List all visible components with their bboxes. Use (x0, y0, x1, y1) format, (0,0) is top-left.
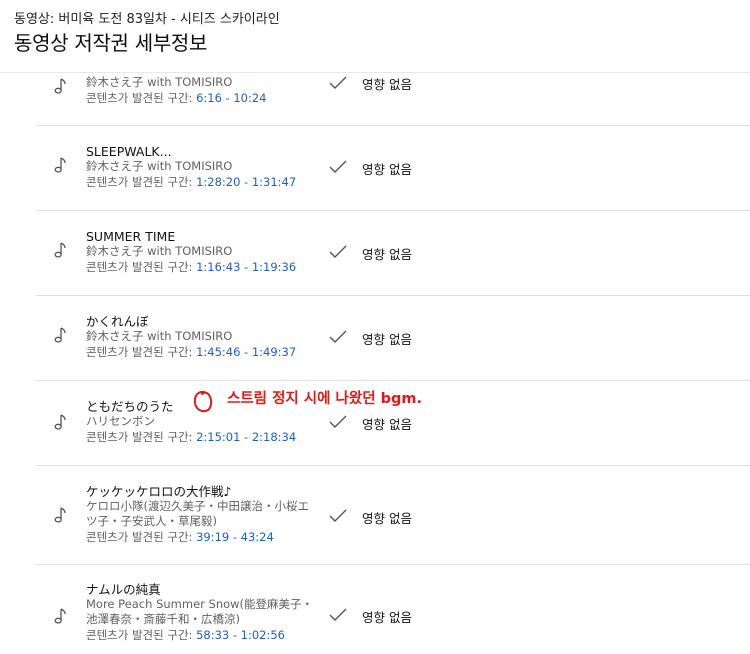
checkmark-icon (329, 509, 347, 522)
page-title: 동영상 저작권 세부정보 (14, 31, 208, 55)
checkmark-icon (329, 76, 347, 89)
range-value[interactable]: 1:16:43 - 1:19:36 (196, 260, 296, 274)
claim-found-range: 콘텐츠가 발견된 구간: 1:16:43 - 1:19:36 (86, 259, 316, 275)
checkmark-icon (329, 160, 347, 173)
music-note-icon (54, 157, 66, 173)
claim-song-title: SLEEPWALK... (86, 144, 172, 159)
music-note-icon (54, 78, 66, 94)
impact-status: 영향 없음 (362, 610, 412, 625)
impact-status: 영향 없음 (362, 162, 412, 177)
found-label: 콘텐츠가 발견된 구간: (86, 260, 197, 274)
claim-row: SLEEPWALK... 鈴木さえ子 with TOMISIRO 콘텐츠가 발견… (0, 126, 750, 210)
claim-found-range: 콘텐츠가 발견된 구간: 1:45:46 - 1:49:37 (86, 344, 316, 360)
music-note-icon (54, 242, 66, 258)
checkmark-icon (329, 415, 347, 428)
found-label: 콘텐츠가 발견된 구간: (86, 530, 197, 544)
claim-found-range: 콘텐츠가 발견된 구간: 2:15:01 - 2:18:34 (86, 429, 316, 445)
claim-found-range: 콘텐츠가 발견된 구간: 39:19 - 43:24 (86, 529, 316, 545)
claim-artist: ケロロ小隊(渡辺久美子・中田譲治・小桜エツ子・子安武人・草尾毅) (86, 499, 309, 528)
claim-found-range: 콘텐츠가 발견된 구간: 1:28:20 - 1:31:47 (86, 174, 316, 190)
found-label: 콘텐츠가 발견된 구간: (86, 175, 197, 189)
range-value[interactable]: 1:45:46 - 1:49:37 (196, 345, 296, 359)
impact-status: 영향 없음 (362, 332, 412, 347)
found-label: 콘텐츠가 발견된 구간: (86, 628, 197, 642)
range-value[interactable]: 6:16 - 10:24 (196, 91, 266, 105)
found-label: 콘텐츠가 발견된 구간: (86, 91, 197, 105)
claim-found-range: 콘텐츠가 발견된 구간: 58:33 - 1:02:56 (86, 627, 316, 643)
claim-song-title: かくれんぼ (86, 314, 149, 329)
claim-song-title: ケッケッケロロの大作戦♪ (86, 484, 232, 499)
range-value[interactable]: 58:33 - 1:02:56 (196, 628, 285, 642)
copyright-claim-list[interactable]: 鈴木さえ子 with TOMISIRO 콘텐츠가 발견된 구간: 6:16 - … (0, 73, 750, 654)
impact-status: 영향 없음 (362, 247, 412, 262)
annotation-circle-mark (193, 390, 213, 413)
claim-artist: More Peach Summer Snow(能登麻美子・池澤春奈・斎藤千和・広… (86, 597, 314, 626)
claim-song-title: ナムルの純真 (86, 582, 161, 597)
claim-artist: 鈴木さえ子 with TOMISIRO (86, 75, 233, 89)
annotation-note: 스트림 정지 시에 나왔던 bgm. (227, 391, 422, 407)
checkmark-icon (329, 608, 347, 621)
checkmark-icon (329, 245, 347, 258)
music-note-icon (54, 608, 66, 624)
claim-artist: 鈴木さえ子 with TOMISIRO (86, 244, 233, 258)
claim-row: 鈴木さえ子 with TOMISIRO 콘텐츠가 발견된 구간: 6:16 - … (0, 73, 750, 125)
range-value[interactable]: 1:28:20 - 1:31:47 (196, 175, 296, 189)
music-note-icon (54, 327, 66, 343)
found-label: 콘텐츠가 발견된 구간: (86, 345, 197, 359)
range-value[interactable]: 39:19 - 43:24 (196, 530, 274, 544)
impact-status: 영향 없음 (362, 77, 412, 92)
music-note-icon (54, 507, 66, 523)
page-header: 동영상: 버미육 도전 83일차 - 시티즈 스카이라인 동영상 저작권 세부정… (0, 0, 750, 72)
checkmark-icon (329, 330, 347, 343)
music-note-icon (54, 414, 66, 430)
claim-row: ケッケッケロロの大作戦♪ ケロロ小隊(渡辺久美子・中田譲治・小桜エツ子・子安武人… (0, 466, 750, 564)
claim-found-range: 콘텐츠가 발견된 구간: 6:16 - 10:24 (86, 90, 316, 106)
claim-song-title: SUMMER TIME (86, 229, 176, 244)
claim-row: SUMMER TIME 鈴木さえ子 with TOMISIRO 콘텐츠가 발견된… (0, 211, 750, 295)
video-subtitle: 동영상: 버미육 도전 83일차 - 시티즈 스카이라인 (14, 12, 280, 27)
claim-artist: 鈴木さえ子 with TOMISIRO (86, 159, 233, 173)
claim-artist: ハリセンボン (86, 414, 155, 428)
impact-status: 영향 없음 (362, 417, 412, 432)
found-label: 콘텐츠가 발견된 구간: (86, 430, 197, 444)
claim-row: かくれんぼ 鈴木さえ子 with TOMISIRO 콘텐츠가 발견된 구간: 1… (0, 296, 750, 380)
impact-status: 영향 없음 (362, 511, 412, 526)
claim-artist: 鈴木さえ子 with TOMISIRO (86, 329, 233, 343)
range-value[interactable]: 2:15:01 - 2:18:34 (196, 430, 296, 444)
claim-row: ナムルの純真 More Peach Summer Snow(能登麻美子・池澤春奈… (0, 565, 750, 654)
